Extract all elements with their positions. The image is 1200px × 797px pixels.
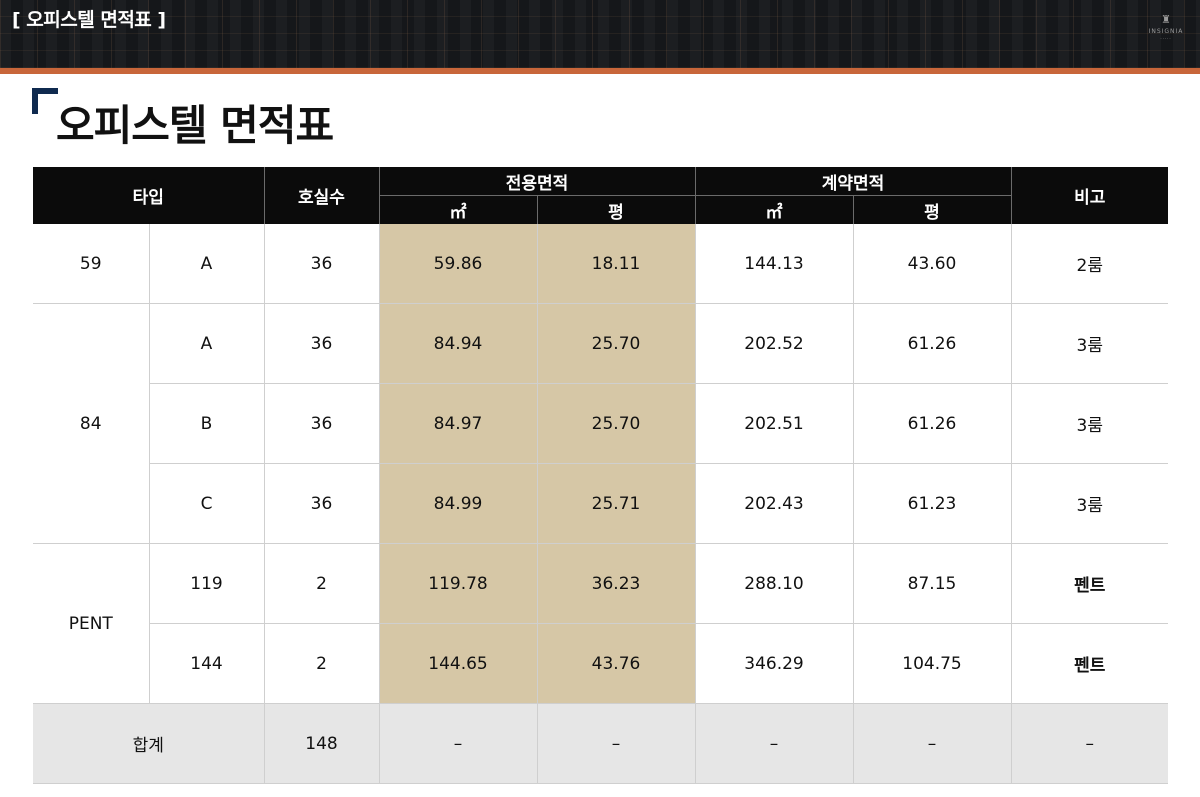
header-contract-pyeong: 평 <box>852 195 1011 224</box>
header-remarks: 비고 <box>1010 167 1168 224</box>
contract-pyeong-cell: 43.60 <box>852 224 1012 304</box>
table-row: PENT 119 2 119.78 36.23 288.10 87.15 펜트 <box>33 543 1168 704</box>
header-exclusive-area: 전용면적 <box>378 167 695 196</box>
exclusive-sqm-cell: 84.94 <box>378 303 538 384</box>
exclusive-pyeong-cell: 25.70 <box>536 303 696 384</box>
exclusive-sqm-cell: 84.99 <box>378 463 538 544</box>
contract-pyeong-cell: 61.26 <box>852 383 1012 464</box>
exclusive-pyeong-cell: 25.70 <box>536 383 696 464</box>
units-cell: 2 <box>263 623 380 704</box>
contract-pyeong-cell: 61.26 <box>852 303 1012 384</box>
page-title: 오피스텔 면적표 <box>56 101 334 150</box>
area-table: 타입 호실수 전용면적 계약면적 비고 ㎡ 평 ㎡ 평 59 A 36 59.8… <box>33 167 1168 784</box>
top-banner: [ 오피스텔 면적표 ] ♜ INSIGNIA ····· <box>0 0 1200 68</box>
header-exclusive-sqm: ㎡ <box>378 195 537 224</box>
total-label: 합계 <box>33 703 265 784</box>
contract-sqm-cell: 346.29 <box>694 623 854 704</box>
units-cell: 36 <box>263 383 380 464</box>
exclusive-sqm-cell: 144.65 <box>378 623 538 704</box>
total-exclusive-pyeong-cell: – <box>536 703 696 784</box>
units-cell: 36 <box>263 303 380 384</box>
remark-cell: 3룸 <box>1010 303 1168 384</box>
contract-sqm-cell: 202.51 <box>694 383 854 464</box>
table-row: B 36 84.97 25.70 202.51 61.26 3룸 <box>33 383 1168 464</box>
banner-title: [ 오피스텔 면적표 ] <box>12 9 166 31</box>
table-header: 타입 호실수 전용면적 계약면적 비고 ㎡ 평 ㎡ 평 <box>33 167 1168 224</box>
total-remark-cell: – <box>1010 703 1168 784</box>
type-cell: 59 <box>33 224 150 304</box>
header-contract-area: 계약면적 <box>694 167 1011 196</box>
type-cell: PENT <box>33 543 150 704</box>
exclusive-pyeong-cell: 43.76 <box>536 623 696 704</box>
table-row: C 36 84.99 25.71 202.43 61.23 3룸 <box>33 463 1168 544</box>
brand-name: INSIGNIA <box>1148 28 1184 35</box>
remark-cell: 펜트 <box>1010 623 1168 704</box>
subtype-cell: 119 <box>148 543 265 624</box>
subtype-cell: A <box>148 303 265 384</box>
units-cell: 36 <box>263 463 380 544</box>
units-cell: 36 <box>263 224 380 304</box>
subtype-cell: A <box>148 224 265 304</box>
header-exclusive-pyeong: 평 <box>536 195 695 224</box>
remark-cell: 펜트 <box>1010 543 1168 624</box>
exclusive-sqm-cell: 59.86 <box>378 224 538 304</box>
units-cell: 2 <box>263 543 380 624</box>
total-units-cell: 148 <box>263 703 380 784</box>
contract-pyeong-cell: 87.15 <box>852 543 1012 624</box>
total-contract-pyeong-cell: – <box>852 703 1012 784</box>
brand-tagline: ····· <box>1160 36 1172 41</box>
subtype-cell: B <box>148 383 265 464</box>
banner-accent-bar <box>0 68 1200 74</box>
subtype-cell: 144 <box>148 623 265 704</box>
brand-logo: ♜ INSIGNIA ····· <box>1146 13 1186 42</box>
remark-cell: 3룸 <box>1010 463 1168 544</box>
table-row: 59 A 36 59.86 18.11 144.13 43.60 2룸 <box>33 224 1168 304</box>
type-cell: 84 <box>33 303 150 544</box>
subtype-cell: C <box>148 463 265 544</box>
total-exclusive-sqm-cell: – <box>378 703 538 784</box>
total-contract-sqm-cell: – <box>694 703 854 784</box>
contract-pyeong-cell: 104.75 <box>852 623 1012 704</box>
contract-pyeong-cell: 61.23 <box>852 463 1012 544</box>
exclusive-pyeong-cell: 18.11 <box>536 224 696 304</box>
header-contract-sqm: ㎡ <box>694 195 853 224</box>
contract-sqm-cell: 202.43 <box>694 463 854 544</box>
contract-sqm-cell: 288.10 <box>694 543 854 624</box>
total-row: 합계 148 – – – – – <box>33 703 1168 784</box>
remark-cell: 2룸 <box>1010 224 1168 304</box>
contract-sqm-cell: 144.13 <box>694 224 854 304</box>
remark-cell: 3룸 <box>1010 383 1168 464</box>
contract-sqm-cell: 202.52 <box>694 303 854 384</box>
table-row: 84 A 36 84.94 25.70 202.52 61.26 3룸 <box>33 303 1168 544</box>
exclusive-pyeong-cell: 25.71 <box>536 463 696 544</box>
table-body: 59 A 36 59.86 18.11 144.13 43.60 2룸 84 A… <box>33 224 1168 784</box>
exclusive-pyeong-cell: 36.23 <box>536 543 696 624</box>
header-units: 호실수 <box>263 167 379 224</box>
exclusive-sqm-cell: 84.97 <box>378 383 538 464</box>
header-type: 타입 <box>33 167 264 224</box>
exclusive-sqm-cell: 119.78 <box>378 543 538 624</box>
crest-icon: ♜ <box>1161 13 1171 26</box>
corner-bracket-icon <box>32 88 58 114</box>
table-row: 144 2 144.65 43.76 346.29 104.75 펜트 <box>33 623 1168 704</box>
